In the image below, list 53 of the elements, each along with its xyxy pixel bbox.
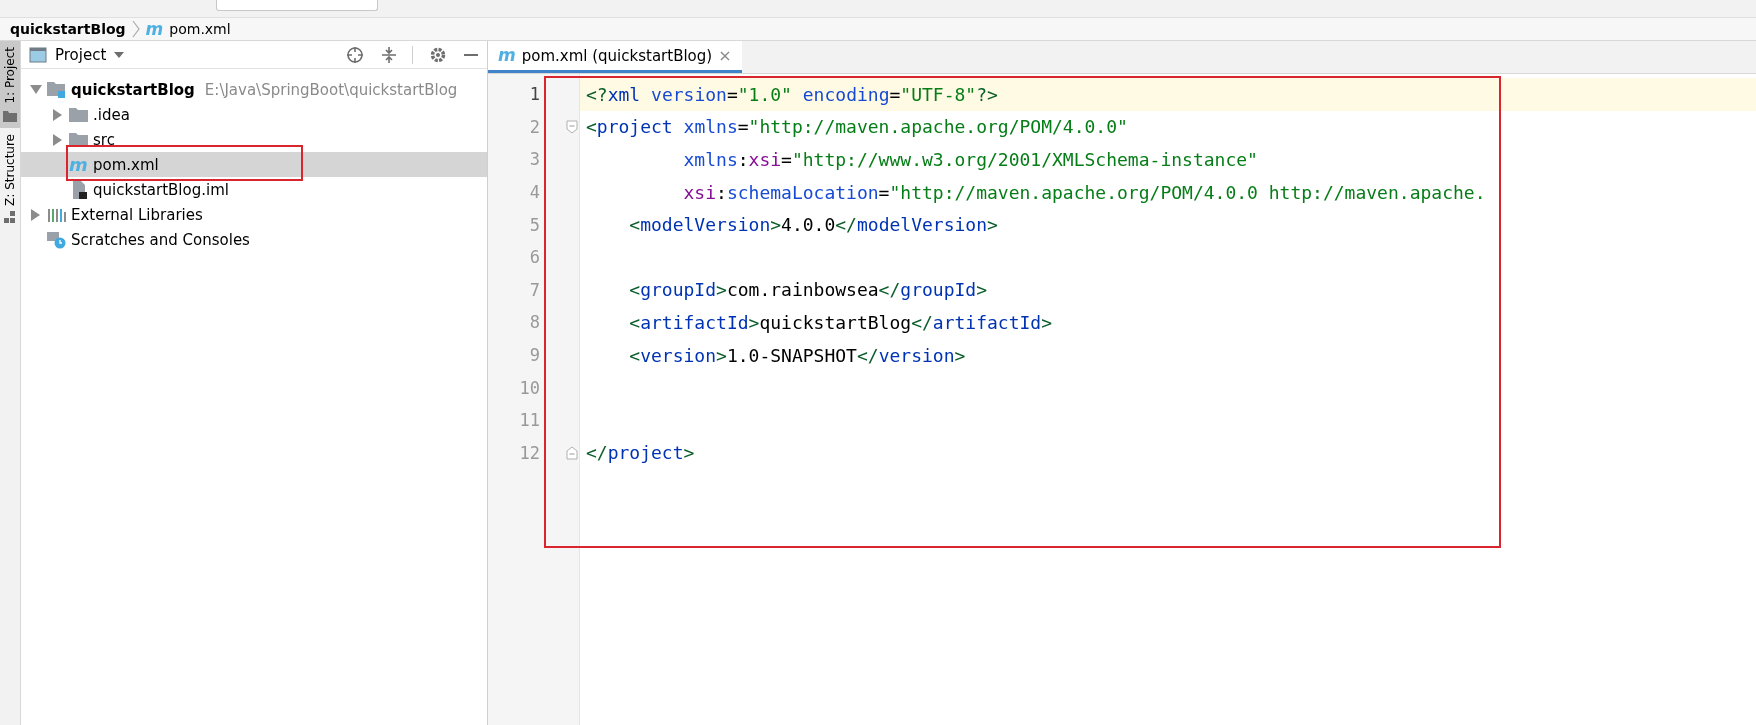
code-line: <groupId>com.rainbowsea</groupId> <box>628 278 988 303</box>
project-view-icon <box>29 46 47 63</box>
panel-title[interactable]: Project <box>55 45 107 64</box>
dropdown-caret-icon[interactable] <box>114 51 125 58</box>
breadcrumb-file[interactable]: pom.xml <box>169 21 231 37</box>
line-number: 1 <box>528 83 540 107</box>
module-folder-icon <box>47 80 67 99</box>
collapse-all-icon[interactable] <box>380 45 398 64</box>
line-number: 3 <box>528 148 540 172</box>
line-number: 2 <box>528 115 540 139</box>
code-line: <artifactId>quickstartBlog</artifactId> <box>628 310 1054 335</box>
expanded-arrow-icon[interactable] <box>30 84 42 95</box>
tree-item[interactable]: quickstartBlog E:\Java\SpringBoot\quickstartBlog <box>21 77 487 102</box>
side-tab[interactable]: Z: Structure <box>0 127 20 230</box>
line-number: 7 <box>528 278 540 302</box>
structure-icon <box>4 211 16 224</box>
code-line: <modelVersion>4.0.0</modelVersion> <box>628 213 999 238</box>
collapsed-arrow-icon[interactable] <box>53 133 63 146</box>
scratches-icon <box>47 230 67 249</box>
line-number: 6 <box>528 246 540 270</box>
collapsed-arrow-icon[interactable] <box>53 108 63 121</box>
line-number: 9 <box>528 344 540 368</box>
fold-marker-icon[interactable] <box>566 445 578 460</box>
collapsed-arrow-icon[interactable] <box>31 208 41 221</box>
code-line: <version>1.0-SNAPSHOT</version> <box>628 343 967 368</box>
chevron-icon <box>131 20 140 38</box>
code-line: xsi:schemaLocation="http://maven.apache.org/POM/4.0.0 http://maven.apache. <box>682 180 1487 205</box>
tree-item[interactable]: Scratches and Consoles <box>21 227 487 252</box>
code-line: </project> <box>585 441 696 466</box>
line-number: 8 <box>528 311 540 335</box>
fold-marker-icon[interactable] <box>566 119 578 134</box>
line-number: 11 <box>518 409 540 433</box>
tree-item[interactable]: .idea <box>21 102 487 127</box>
line-number: 5 <box>528 213 540 237</box>
folder-icon <box>3 109 17 122</box>
tree-item[interactable]: quickstartBlog.iml <box>21 177 487 202</box>
code-line: xmlns:xsi="http://www.w3.org/2001/XMLSchema-instance" <box>682 148 1259 172</box>
editor-tab[interactable]: m pom.xml (quickstartBlog) × <box>488 41 742 73</box>
locate-icon[interactable] <box>346 45 364 64</box>
tree-item[interactable]: External Libraries <box>21 202 487 227</box>
run-config-field[interactable] <box>216 0 378 11</box>
folder-icon <box>69 105 89 124</box>
tree-item[interactable]: m pom.xml <box>21 152 487 177</box>
line-number: 10 <box>518 376 540 400</box>
code-line: <project xmlns="http://maven.apache.org/POM/4.0.0" <box>585 115 1129 140</box>
breadcrumb-project[interactable]: quickstartBlog <box>10 21 126 37</box>
line-number: 4 <box>528 181 540 205</box>
settings-icon[interactable] <box>429 45 447 64</box>
line-number: 12 <box>518 441 540 465</box>
maven-file-icon: m <box>145 20 164 38</box>
tree-item[interactable]: src <box>21 127 487 152</box>
side-tab[interactable]: 1: Project <box>0 41 20 128</box>
maven-file-icon: m <box>69 155 89 174</box>
